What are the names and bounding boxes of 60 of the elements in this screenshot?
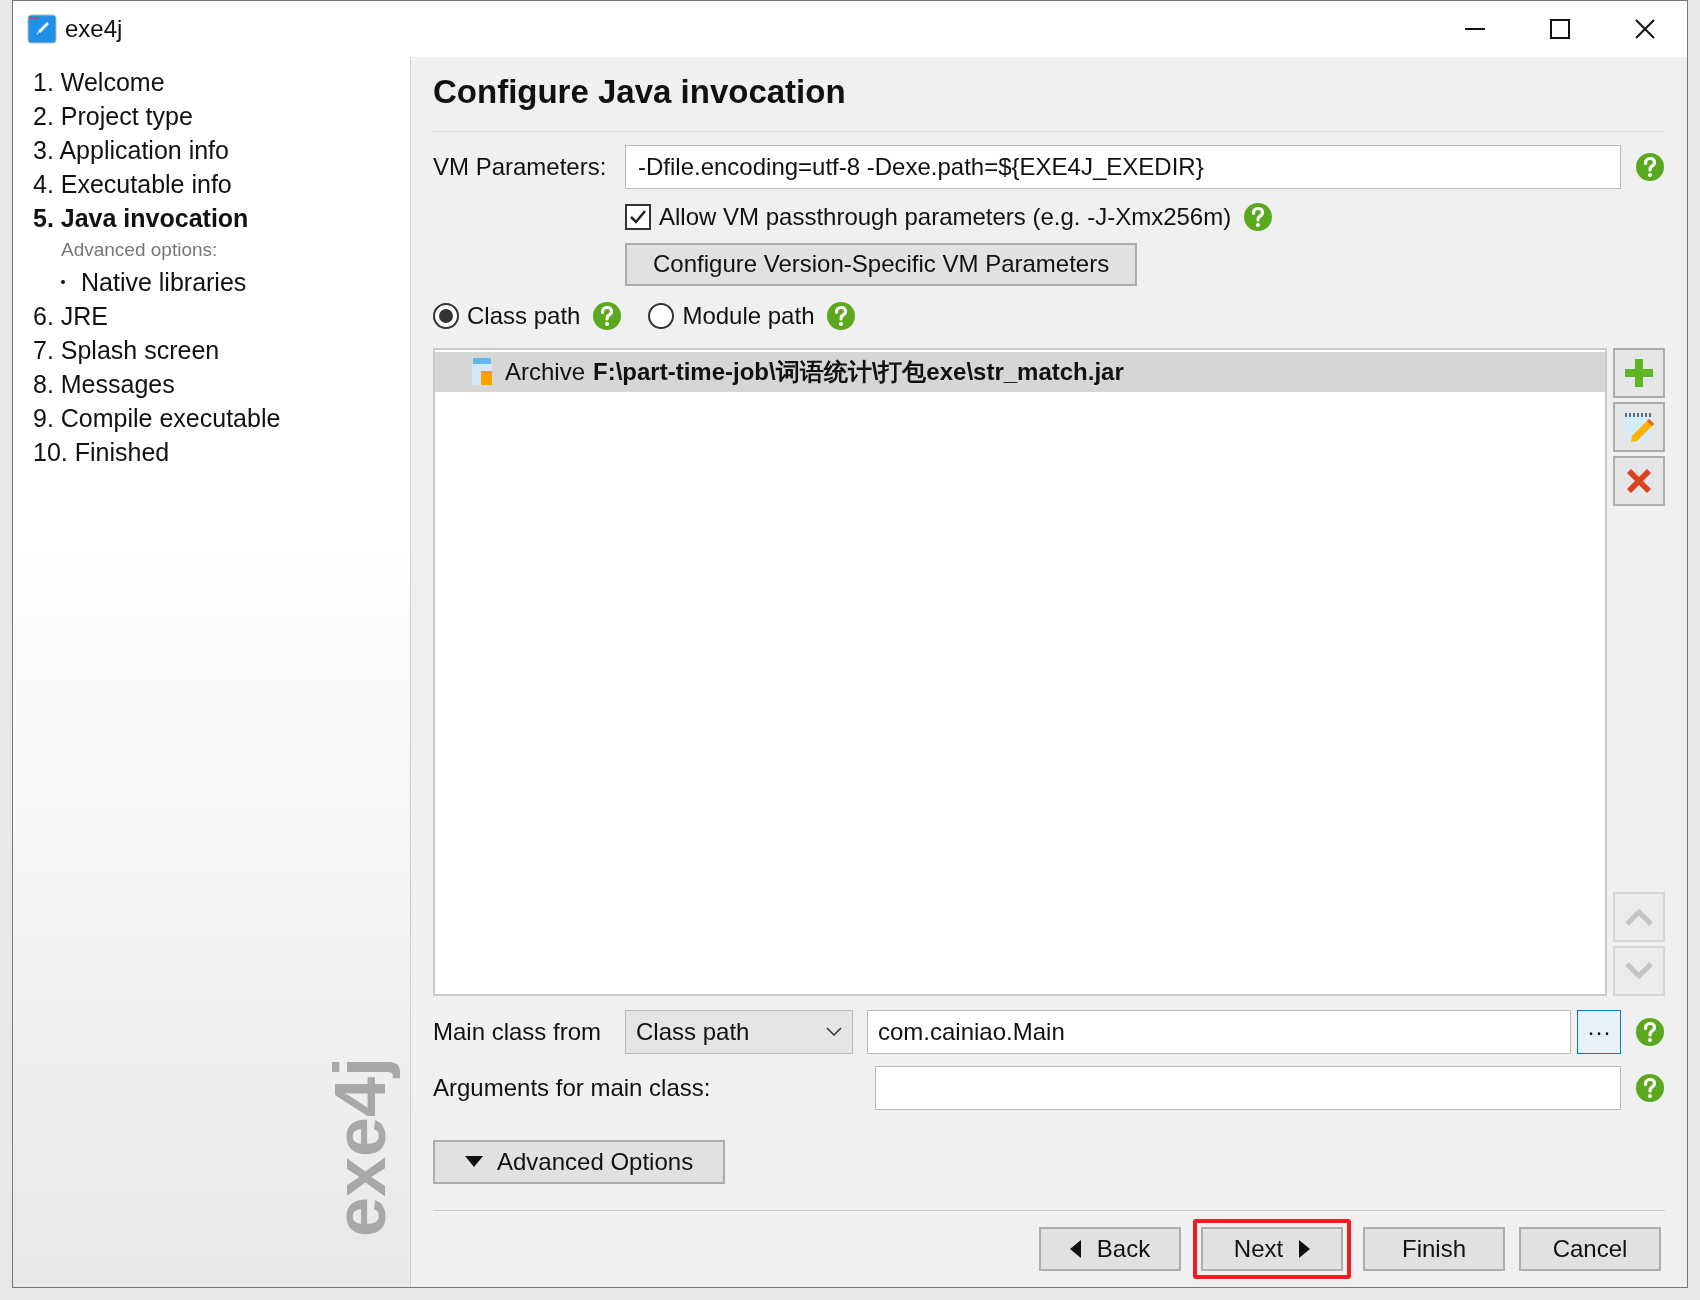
edit-button[interactable] xyxy=(1613,402,1665,453)
help-icon[interactable] xyxy=(826,301,857,332)
wizard-step[interactable]: 1. Welcome xyxy=(33,65,410,99)
help-icon[interactable] xyxy=(1635,1017,1665,1047)
maximize-icon xyxy=(1549,19,1570,39)
remove-button[interactable] xyxy=(1613,456,1665,507)
minimize-icon xyxy=(1464,28,1485,30)
main-class-field[interactable]: com.cainiao.Main xyxy=(867,1010,1571,1054)
field-label: Arguments for main class: xyxy=(433,1073,712,1103)
add-button[interactable] xyxy=(1613,348,1665,399)
bullet-icon xyxy=(61,280,65,284)
help-icon[interactable] xyxy=(1635,1073,1665,1103)
archive-type: Archive xyxy=(505,357,586,388)
browse-button[interactable]: ··· xyxy=(1577,1010,1621,1054)
wizard-step[interactable]: 2. Project type xyxy=(33,99,410,133)
wizard-step[interactable]: 6. JRE xyxy=(33,299,410,333)
radio-label: Class path xyxy=(467,301,581,332)
arguments-field[interactable] xyxy=(875,1066,1621,1110)
configure-vm-parameters-button[interactable]: Configure Version-Specific VM Parameters xyxy=(625,242,1138,287)
wizard-step[interactable]: 9. Compile executable xyxy=(33,401,410,435)
wizard-step[interactable]: 7. Splash screen xyxy=(33,333,410,367)
help-icon[interactable] xyxy=(592,301,623,332)
main-class-source-dropdown[interactable]: Class path xyxy=(625,1010,853,1054)
radio-button[interactable] xyxy=(433,303,459,330)
app-icon xyxy=(27,14,57,44)
advanced-options-button[interactable]: Advanced Options xyxy=(433,1140,726,1184)
wizard-step[interactable]: 4. Executable info xyxy=(33,167,410,201)
sidebar-logo: exe4j xyxy=(320,1055,400,1240)
triangle-down-icon xyxy=(465,1156,483,1168)
wizard-step[interactable]: 5. Java invocation xyxy=(33,201,410,235)
field-label: Main class from xyxy=(433,1017,603,1047)
radio-button[interactable] xyxy=(648,303,675,330)
finish-button[interactable]: Finish xyxy=(1363,1227,1505,1271)
add-icon xyxy=(1624,358,1654,389)
checkbox[interactable] xyxy=(625,203,651,230)
edit-icon xyxy=(1623,411,1655,444)
wizard-step[interactable]: 10. Finished xyxy=(33,435,410,469)
radio-label: Module path xyxy=(682,301,815,332)
list-row[interactable]: Archive F:\part-time-job\词语统计\打包exe\str_match.jar xyxy=(435,352,1605,393)
archive-icon xyxy=(471,358,493,387)
vm-parameters-field[interactable]: -Dfile.encoding=utf-8 -Dexe.path=${EXE4J_EXEDIR} xyxy=(625,144,1621,189)
close-icon xyxy=(1634,19,1655,39)
back-button[interactable]: Back xyxy=(1039,1227,1181,1271)
chevron-down-icon xyxy=(1624,961,1654,981)
checkbox-label: Allow VM passthrough parameters (e.g. -J-Xmx256m) xyxy=(659,201,1232,232)
field-label: VM Parameters: xyxy=(433,151,608,182)
archive-path: F:\part-time-job\词语统计\打包exe\str_match.jar xyxy=(593,357,1124,388)
chevron-up-icon xyxy=(1624,907,1654,927)
cancel-button[interactable]: Cancel xyxy=(1519,1227,1661,1271)
help-icon[interactable] xyxy=(1243,201,1274,232)
triangle-right-icon xyxy=(1299,1240,1311,1258)
wizard-step[interactable]: Native libraries xyxy=(81,265,247,299)
page-title: Configure Java invocation xyxy=(433,67,1665,132)
help-icon[interactable] xyxy=(1635,151,1665,182)
window-title: exe4j xyxy=(65,14,123,44)
next-button[interactable]: Next xyxy=(1201,1227,1343,1271)
triangle-left-icon xyxy=(1069,1240,1081,1258)
section-label: Advanced options: xyxy=(60,238,219,262)
wizard-step[interactable]: 3. Application info xyxy=(33,133,410,167)
wizard-step[interactable]: 8. Messages xyxy=(33,367,410,401)
